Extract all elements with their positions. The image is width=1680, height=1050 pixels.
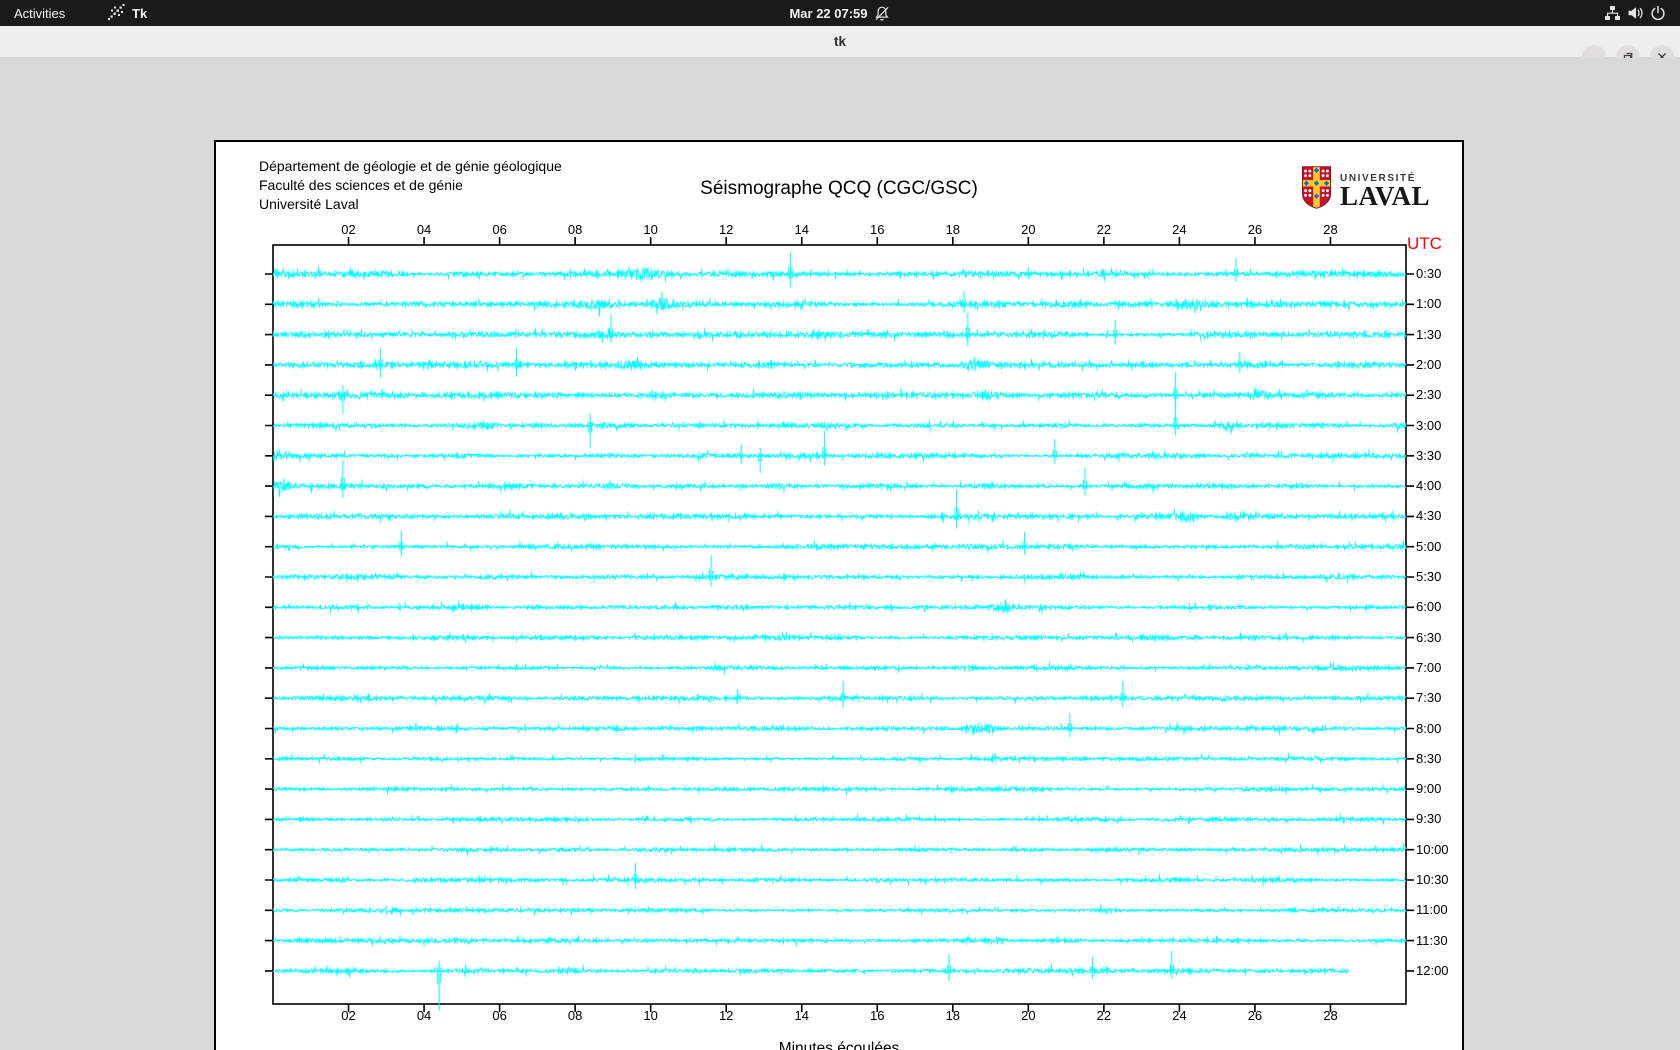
x-axis-tick-label-bottom: 22 (1096, 1008, 1112, 1023)
bell-crossed-icon (874, 5, 891, 22)
utc-time-label: 1:30 (1416, 326, 1442, 342)
utc-time-label: 11:00 (1416, 902, 1448, 918)
utc-time-label: 5:00 (1416, 538, 1442, 554)
seismograph-canvas: Département de géologie et de génie géol… (214, 140, 1464, 1050)
system-status-area[interactable] (1604, 0, 1666, 26)
laval-wordmark: UNIVERSITÉ LAVAL (1340, 173, 1430, 209)
x-axis-tick-label-top: 20 (1021, 222, 1036, 237)
x-axis-tick-label-top: 14 (794, 222, 809, 237)
x-axis-tick-label-bottom: 10 (643, 1008, 658, 1023)
x-axis-tick-label-top: 28 (1323, 222, 1338, 237)
utc-time-label: 8:00 (1416, 720, 1442, 736)
utc-time-label: 10:00 (1416, 841, 1449, 857)
utc-time-label: 4:30 (1416, 508, 1442, 524)
volume-icon (1627, 5, 1644, 21)
x-axis-tick-label-bottom: 16 (870, 1008, 885, 1023)
x-axis-tick-label-top: 18 (945, 222, 961, 237)
tk-feather-icon (107, 3, 126, 24)
x-axis-tick-label-bottom: 14 (794, 1008, 809, 1023)
x-axis-tick-label-top: 26 (1247, 222, 1263, 237)
x-axis-tick-label-bottom: 02 (341, 1008, 356, 1023)
utc-time-label: 6:00 (1416, 599, 1442, 615)
x-axis-tick-label-top: 12 (718, 222, 734, 237)
x-axis-tick-label-bottom: 08 (567, 1008, 583, 1023)
x-axis-tick-label-bottom: 06 (492, 1008, 507, 1023)
focused-app-menu[interactable]: Tk (107, 0, 147, 26)
x-axis-tick-label-bottom: 18 (945, 1008, 961, 1023)
utc-time-label: 12:00 (1416, 962, 1449, 978)
tk-window-body: Département de géologie et de génie géol… (0, 58, 1680, 1050)
activities-label: Activities (14, 5, 66, 21)
x-axis-title: Minutes écoulées (778, 1040, 900, 1050)
x-axis-tick-label-bottom: 12 (718, 1008, 734, 1023)
x-axis-tick-label-bottom: 20 (1021, 1008, 1036, 1023)
x-axis-tick-label-top: 04 (416, 222, 432, 237)
institution-line-1: Département de géologie et de génie géol… (259, 158, 562, 174)
clock-label: Mar 22 07:59 (789, 5, 868, 21)
institution-block: Département de géologie et de génie géol… (259, 157, 562, 214)
utc-time-label: 6:30 (1416, 629, 1442, 645)
x-axis-tick-label-top: 08 (567, 222, 583, 237)
x-axis-tick-label-bottom: 28 (1323, 1008, 1338, 1023)
x-axis-tick-label-top: 24 (1172, 222, 1187, 237)
utc-time-label: 2:00 (1416, 356, 1442, 372)
institution-line-2: Faculté des sciences et de génie (259, 177, 463, 193)
plot-title: Séismographe QCQ (CGC/GSC) (700, 178, 978, 199)
institution-line-3: Université Laval (259, 196, 359, 212)
utc-time-label: 9:00 (1416, 781, 1442, 797)
utc-time-label: 4:00 (1416, 478, 1442, 494)
network-icon (1604, 5, 1621, 21)
laval-crest-icon (1301, 165, 1332, 216)
x-axis-tick-label-bottom: 04 (416, 1008, 432, 1023)
window-titlebar[interactable]: tk (0, 26, 1680, 69)
logo-laval-text: LAVAL (1340, 180, 1431, 211)
x-axis-tick-label-top: 10 (643, 222, 658, 237)
utc-time-label: 7:30 (1416, 690, 1442, 706)
utc-time-label: 9:30 (1416, 811, 1442, 827)
utc-time-label: 7:00 (1416, 659, 1442, 675)
gnome-top-bar: Activities Tk Mar 22 07:59 (0, 0, 1680, 26)
utc-time-label: 3:00 (1416, 417, 1442, 433)
x-axis-tick-label-top: 16 (870, 222, 885, 237)
utc-time-label: 5:30 (1416, 569, 1442, 584)
utc-axis-title: UTC (1407, 234, 1442, 253)
x-axis-tick-label-top: 02 (341, 222, 356, 237)
utc-time-label: 10:30 (1416, 872, 1449, 887)
power-icon (1650, 5, 1666, 21)
x-axis-tick-label-top: 06 (492, 222, 507, 237)
clock-menu[interactable]: Mar 22 07:59 (789, 0, 890, 26)
utc-time-label: 1:00 (1416, 296, 1442, 312)
utc-time-label: 2:30 (1416, 387, 1442, 403)
utc-time-label: 3:30 (1416, 447, 1442, 463)
activities-button[interactable]: Activities (14, 0, 65, 26)
x-axis-tick-label-bottom: 26 (1247, 1008, 1263, 1023)
universite-laval-logo: UNIVERSITÉ LAVAL (1301, 165, 1430, 216)
window-title: tk (833, 34, 847, 49)
utc-time-label: 11:30 (1416, 932, 1448, 948)
desktop: Activities Tk Mar 22 07:59 tk Départemen… (0, 0, 1680, 1050)
utc-time-label: 0:30 (1416, 266, 1442, 281)
x-axis-tick-label-bottom: 24 (1172, 1008, 1187, 1023)
x-axis-tick-label-top: 22 (1096, 222, 1112, 237)
utc-time-label: 8:30 (1416, 750, 1442, 766)
seismogram-plot (216, 142, 1462, 1050)
focused-app-name: Tk (132, 5, 148, 21)
